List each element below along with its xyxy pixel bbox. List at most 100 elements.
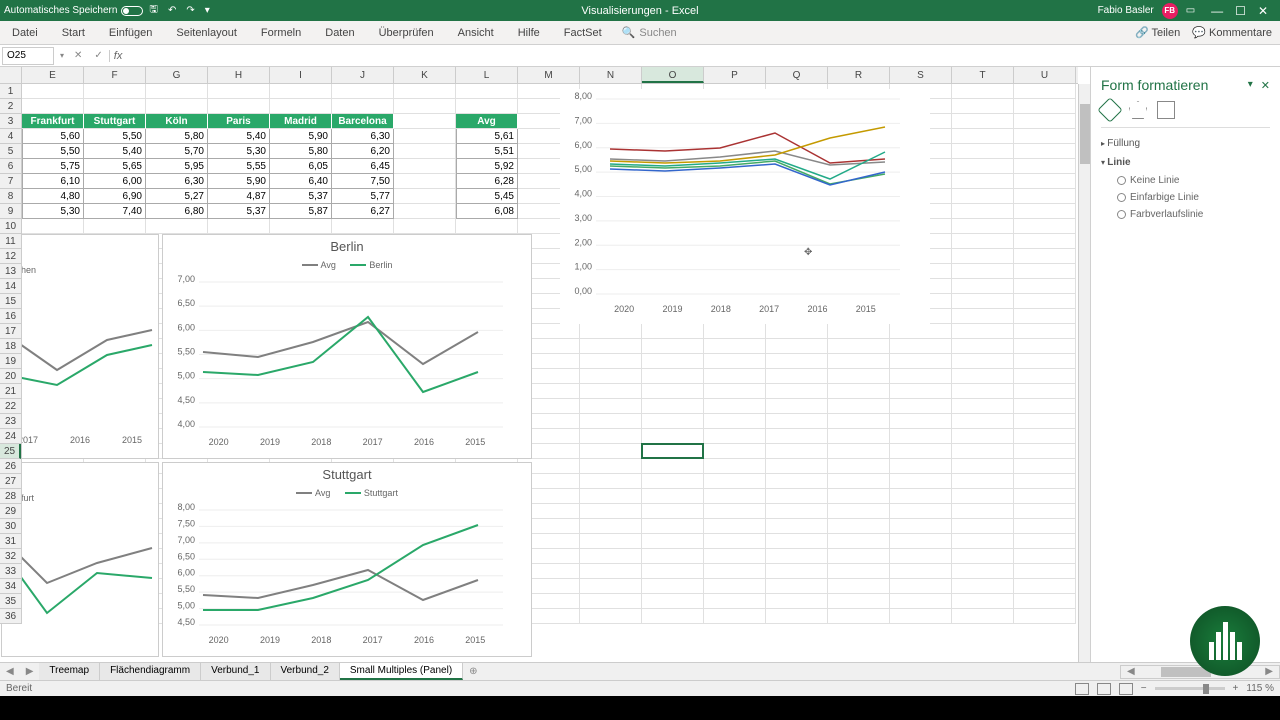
cell-K5[interactable]	[394, 144, 456, 159]
cell-T20[interactable]	[952, 369, 1014, 384]
cell-K1[interactable]	[394, 84, 456, 99]
cell-P21[interactable]	[704, 384, 766, 399]
cell-T28[interactable]	[952, 489, 1014, 504]
cell-T19[interactable]	[952, 354, 1014, 369]
cell-K8[interactable]	[394, 189, 456, 204]
cell-H9[interactable]: 5,37	[208, 204, 270, 219]
cell-U25[interactable]	[1014, 444, 1076, 459]
cell-I1[interactable]	[270, 84, 332, 99]
cell-T11[interactable]	[952, 234, 1014, 249]
cell-O29[interactable]	[642, 504, 704, 519]
cell-J9[interactable]: 6,27	[332, 204, 394, 219]
cell-R36[interactable]	[828, 609, 890, 624]
cell-K3[interactable]	[394, 114, 456, 129]
cell-N24[interactable]	[580, 429, 642, 444]
cell-U14[interactable]	[1014, 279, 1076, 294]
comments-button[interactable]: 💬 Kommentare	[1192, 26, 1272, 39]
cell-F10[interactable]	[84, 219, 146, 234]
cell-K2[interactable]	[394, 99, 456, 114]
cell-Q35[interactable]	[766, 594, 828, 609]
cell-N18[interactable]	[580, 339, 642, 354]
cell-P33[interactable]	[704, 564, 766, 579]
row-header-18[interactable]: 18	[0, 339, 21, 354]
cell-S36[interactable]	[890, 609, 952, 624]
sheet-tab-4[interactable]: Small Multiples (Panel)	[340, 663, 463, 680]
cell-H2[interactable]	[208, 99, 270, 114]
size-tab-icon[interactable]	[1157, 101, 1175, 119]
row-header-17[interactable]: 17	[0, 324, 21, 339]
cell-G10[interactable]	[146, 219, 208, 234]
cell-J2[interactable]	[332, 99, 394, 114]
col-header-U[interactable]: U	[1014, 67, 1076, 83]
cell-H6[interactable]: 5,55	[208, 159, 270, 174]
cell-U4[interactable]	[1014, 129, 1076, 144]
cell-U15[interactable]	[1014, 294, 1076, 309]
cell-S26[interactable]	[890, 459, 952, 474]
cell-P25[interactable]	[704, 444, 766, 459]
cell-S19[interactable]	[890, 354, 952, 369]
cell-L4[interactable]: 5,61	[456, 129, 518, 144]
panel-options-icon[interactable]: ▾	[1248, 79, 1253, 92]
cell-E3[interactable]: Frankfurt	[22, 114, 84, 129]
cell-P23[interactable]	[704, 414, 766, 429]
cell-O30[interactable]	[642, 519, 704, 534]
cell-G5[interactable]: 5,70	[146, 144, 208, 159]
cell-S25[interactable]	[890, 444, 952, 459]
cell-U16[interactable]	[1014, 309, 1076, 324]
cell-O19[interactable]	[642, 354, 704, 369]
row-header-31[interactable]: 31	[0, 534, 21, 549]
cell-L8[interactable]: 5,45	[456, 189, 518, 204]
cell-T24[interactable]	[952, 429, 1014, 444]
cell-P29[interactable]	[704, 504, 766, 519]
cell-T31[interactable]	[952, 534, 1014, 549]
cell-O17[interactable]	[642, 324, 704, 339]
cell-S33[interactable]	[890, 564, 952, 579]
row-header-5[interactable]: 5	[0, 144, 21, 159]
cell-U23[interactable]	[1014, 414, 1076, 429]
option-no-line[interactable]: Keine Linie	[1101, 172, 1270, 189]
cell-N21[interactable]	[580, 384, 642, 399]
chart-panel-muenchen[interactable]: ...nchen 2017 2016 2015	[1, 234, 159, 459]
row-header-13[interactable]: 13	[0, 264, 21, 279]
cell-Q32[interactable]	[766, 549, 828, 564]
cell-I3[interactable]: Madrid	[270, 114, 332, 129]
cell-U19[interactable]	[1014, 354, 1076, 369]
cell-R28[interactable]	[828, 489, 890, 504]
cell-E10[interactable]	[22, 219, 84, 234]
col-header-N[interactable]: N	[580, 67, 642, 83]
chart-stuttgart[interactable]: Stuttgart Avg Stuttgart 4,505,005,506,00…	[162, 462, 532, 657]
cell-U8[interactable]	[1014, 189, 1076, 204]
cell-N26[interactable]	[580, 459, 642, 474]
cell-L1[interactable]	[456, 84, 518, 99]
cell-R23[interactable]	[828, 414, 890, 429]
row-header-12[interactable]: 12	[0, 249, 21, 264]
cell-T21[interactable]	[952, 384, 1014, 399]
cell-L3[interactable]: Avg	[456, 114, 518, 129]
cell-I2[interactable]	[270, 99, 332, 114]
col-header-T[interactable]: T	[952, 67, 1014, 83]
cell-P27[interactable]	[704, 474, 766, 489]
cell-I4[interactable]: 5,90	[270, 129, 332, 144]
cell-I10[interactable]	[270, 219, 332, 234]
user-avatar[interactable]: FB	[1162, 3, 1178, 19]
cell-I9[interactable]: 5,87	[270, 204, 332, 219]
cell-U34[interactable]	[1014, 579, 1076, 594]
cell-F5[interactable]: 5,40	[84, 144, 146, 159]
cell-N23[interactable]	[580, 414, 642, 429]
cell-P32[interactable]	[704, 549, 766, 564]
cell-Q30[interactable]	[766, 519, 828, 534]
row-header-28[interactable]: 28	[0, 489, 21, 504]
close-button[interactable]: ✕	[1258, 4, 1268, 18]
cell-G4[interactable]: 5,80	[146, 129, 208, 144]
cell-P22[interactable]	[704, 399, 766, 414]
cell-U27[interactable]	[1014, 474, 1076, 489]
save-icon[interactable]: 🖫	[145, 0, 162, 21]
redo-icon[interactable]: ↷	[182, 3, 198, 18]
cell-H1[interactable]	[208, 84, 270, 99]
cell-T29[interactable]	[952, 504, 1014, 519]
col-header-K[interactable]: K	[394, 67, 456, 83]
cell-F4[interactable]: 5,50	[84, 129, 146, 144]
cell-R35[interactable]	[828, 594, 890, 609]
cell-S23[interactable]	[890, 414, 952, 429]
cell-L9[interactable]: 6,08	[456, 204, 518, 219]
